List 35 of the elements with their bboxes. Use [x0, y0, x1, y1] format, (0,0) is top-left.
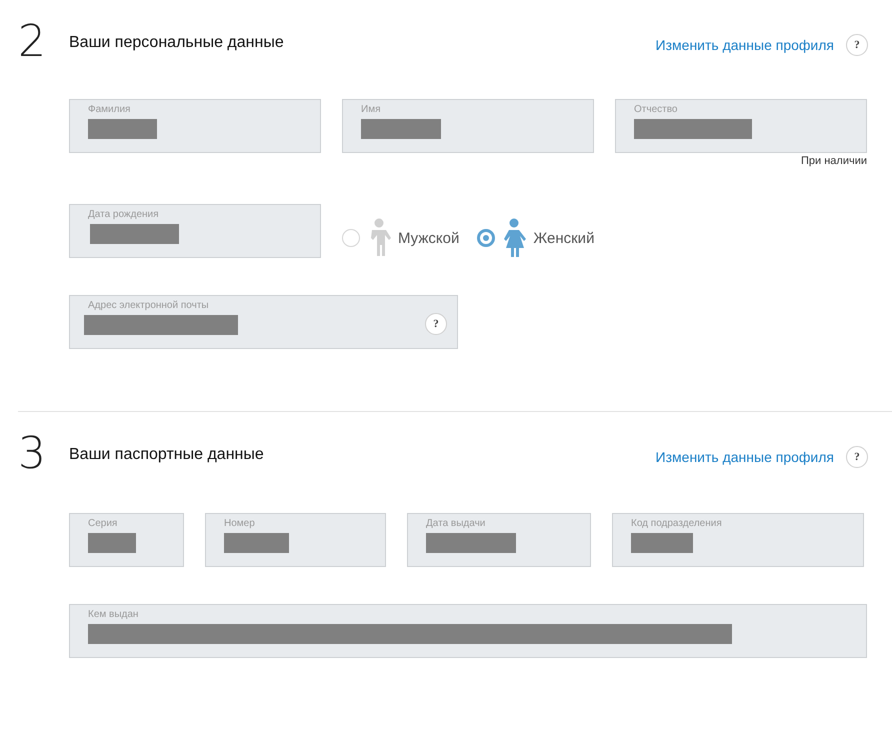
field-label: Дата выдачи — [426, 518, 486, 530]
field-label: Дата рождения — [88, 209, 160, 221]
input-field[interactable]: Имя — [342, 99, 594, 153]
input-field[interactable]: Адрес электронной почты ? — [69, 295, 458, 349]
step-number: 3 — [18, 432, 47, 476]
radio-button[interactable] — [342, 229, 360, 247]
field-label: Номер — [224, 518, 256, 530]
edit-profile-link[interactable]: Изменить данные профиля — [656, 37, 834, 53]
person-in-dress-icon — [501, 218, 528, 258]
input-field[interactable]: Код подразделения — [612, 513, 864, 567]
field-label: Кем выдан — [88, 609, 140, 621]
field-label: Серия — [88, 518, 118, 530]
input-field[interactable]: Фамилия — [69, 99, 321, 153]
help-button[interactable]: ? — [846, 446, 868, 468]
field-label: Код подразделения — [631, 518, 723, 530]
field-label: Имя — [361, 104, 382, 116]
input-field[interactable]: Серия — [69, 513, 184, 567]
input-field[interactable]: Дата выдачи — [407, 513, 591, 567]
field-note: При наличии — [801, 155, 867, 167]
step-number: 2 — [18, 20, 47, 64]
input-field[interactable]: Номер — [205, 513, 386, 567]
radio-button[interactable] — [477, 229, 496, 247]
section-title: Ваши паспортные данные — [69, 446, 265, 464]
edit-profile-link[interactable]: Изменить данные профиля — [656, 449, 834, 465]
help-button[interactable]: ? — [425, 313, 447, 335]
radio-label[interactable]: Мужской — [398, 230, 460, 246]
input-field[interactable]: Дата рождения — [69, 204, 321, 258]
field-label: Фамилия — [88, 104, 132, 116]
field-label: Адрес электронной почты — [88, 300, 210, 312]
help-button[interactable]: ? — [846, 34, 868, 56]
radio-label[interactable]: Женский — [533, 230, 594, 246]
section-title: Ваши персональные данные — [69, 34, 285, 52]
field-label: Отчество — [634, 104, 678, 116]
input-field[interactable]: Кем выдан — [69, 604, 867, 658]
input-field[interactable]: Отчество — [615, 99, 867, 153]
